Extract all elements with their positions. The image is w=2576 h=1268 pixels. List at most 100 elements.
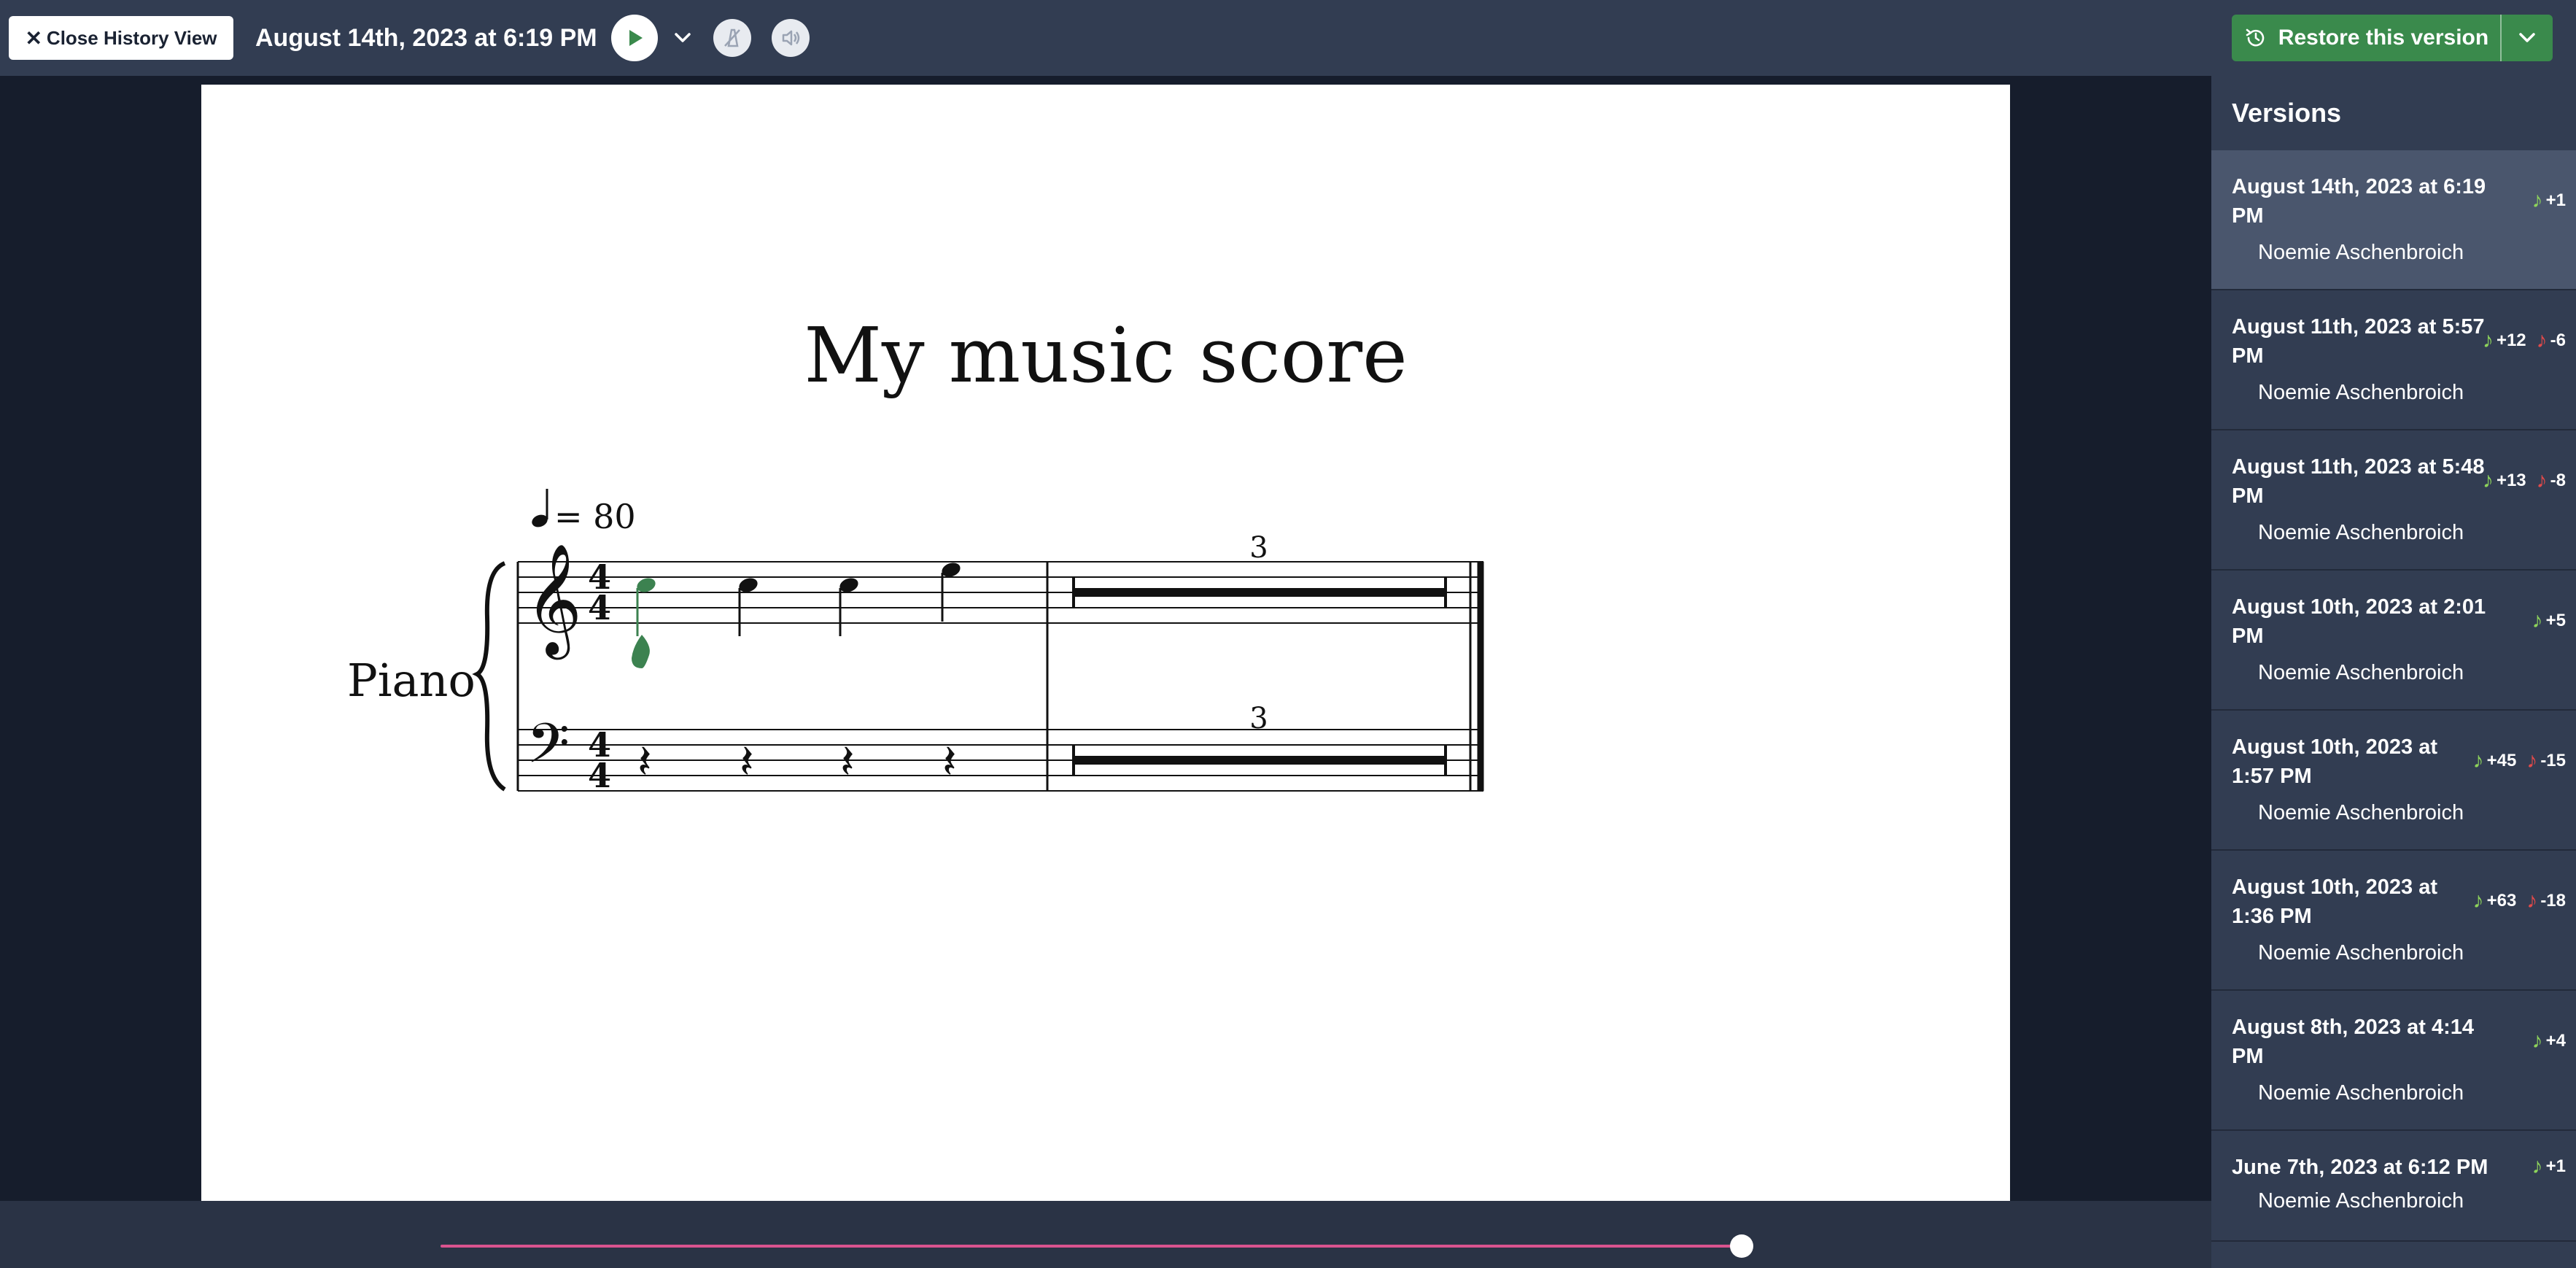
- tempo-marking: = 80: [532, 489, 636, 536]
- removed-notes-badge: ♪ -18: [2526, 889, 2566, 913]
- metronome-toggle-button[interactable]: [713, 19, 751, 57]
- music-note-icon: ♪: [2482, 328, 2494, 352]
- sound-toggle-button[interactable]: [772, 19, 810, 57]
- bass-multimeasure-rest: 3: [1072, 702, 1447, 776]
- music-note-icon: ♪: [2532, 188, 2543, 212]
- versions-sidebar: Versions August 14th, 2023 at 6:19 PM No…: [2211, 76, 2576, 1268]
- restore-version-label: Restore this version: [2278, 26, 2489, 50]
- version-item[interactable]: August 10th, 2023 at 2:01 PM Noemie Asch…: [2211, 571, 2576, 711]
- speaker-icon: [782, 30, 800, 46]
- version-date: June 7th, 2023 at 6:12 PM: [2232, 1156, 2488, 1179]
- chevron-down-icon: [2519, 33, 2535, 42]
- treble-time-signature: 4 4: [588, 557, 611, 627]
- added-notes-badge: ♪ +5: [2532, 608, 2566, 633]
- play-button[interactable]: [611, 15, 658, 61]
- version-changes: ♪ +5: [2532, 610, 2566, 632]
- restore-version-button-group: Restore this version: [2232, 15, 2553, 61]
- music-note-icon: ♪: [2532, 1154, 2543, 1178]
- removed-notes-badge: ♪ -6: [2536, 328, 2566, 352]
- version-title: August 14th, 2023 at 6:19 PM: [255, 24, 597, 52]
- timeline-bar: [0, 1201, 2211, 1268]
- close-icon: ✕: [25, 26, 42, 50]
- svg-text:4: 4: [588, 756, 611, 795]
- version-date: August 11th, 2023 at 5:48 PM: [2232, 455, 2485, 508]
- restore-options-dropdown[interactable]: [2500, 15, 2553, 61]
- instrument-name: Piano: [347, 654, 476, 707]
- music-note-icon: ♪: [2532, 1029, 2543, 1053]
- music-note-icon: ♪: [2482, 468, 2494, 492]
- playback-options-dropdown[interactable]: [668, 22, 697, 54]
- removed-notes-badge: ♪ -8: [2536, 468, 2566, 492]
- version-changes: ♪ +63 ♪ -18: [2473, 890, 2566, 912]
- version-changes: ♪ +45 ♪ -15: [2473, 750, 2566, 772]
- version-item[interactable]: August 11th, 2023 at 5:48 PM Noemie Asch…: [2211, 430, 2576, 571]
- version-date: August 10th, 2023 at 1:36 PM: [2232, 875, 2438, 928]
- added-notes-badge: ♪ +1: [2532, 188, 2566, 212]
- version-author: Noemie Aschenbroich: [2258, 241, 2464, 264]
- close-history-view-label: Close History View: [46, 26, 217, 49]
- added-notes-badge: ♪ +1: [2532, 1154, 2566, 1178]
- versions-title: Versions: [2232, 98, 2342, 128]
- svg-text:𝄽: 𝄽: [740, 735, 754, 789]
- version-date: August 14th, 2023 at 6:19 PM: [2232, 175, 2486, 228]
- version-author: Noemie Aschenbroich: [2258, 521, 2464, 544]
- svg-text:𝄽: 𝄽: [637, 735, 652, 789]
- version-date: August 10th, 2023 at 2:01 PM: [2232, 595, 2486, 648]
- music-note-icon: ♪: [2532, 608, 2543, 633]
- chevron-down-icon: [675, 33, 691, 42]
- music-note-icon: ♪: [2536, 468, 2548, 492]
- version-timeline-slider-thumb[interactable]: [1730, 1234, 1753, 1258]
- music-note-icon: ♪: [2526, 749, 2538, 773]
- treble-rest-count: 3: [1249, 531, 1268, 565]
- music-note-icon: ♪: [2472, 889, 2484, 913]
- treble-multimeasure-rest: 3: [1072, 531, 1447, 608]
- music-note-icon: ♪: [2472, 749, 2484, 773]
- added-notes-badge: ♪ +45: [2472, 749, 2517, 773]
- version-changes: ♪ +13 ♪ -8: [2483, 470, 2566, 492]
- tempo-text: = 80: [554, 497, 636, 536]
- added-notes-badge: ♪ +4: [2532, 1029, 2566, 1053]
- version-changes: ♪ +1: [2532, 1156, 2566, 1178]
- added-notes-badge: ♪ +13: [2482, 468, 2526, 492]
- version-item[interactable]: August 11th, 2023 at 5:57 PM Noemie Asch…: [2211, 290, 2576, 430]
- version-author: Noemie Aschenbroich: [2258, 381, 2464, 404]
- bass-measure-1-rests: 𝄽 𝄽 𝄽 𝄽: [637, 735, 957, 789]
- bass-clef: 𝄢: [527, 711, 570, 789]
- version-author: Noemie Aschenbroich: [2258, 941, 2464, 964]
- metronome-off-icon: [724, 28, 740, 47]
- version-item[interactable]: June 7th, 2023 at 6:12 PM Noemie Aschenb…: [2211, 1131, 2576, 1242]
- staff-brace: [472, 561, 506, 792]
- score-notation: = 80 Piano 𝄞 𝄢 4 4 4 4 𝄽 𝄽 𝄽 𝄽 3 3: [347, 489, 1484, 795]
- music-note-icon: ♪: [2536, 328, 2548, 352]
- svg-text:𝄽: 𝄽: [942, 735, 957, 789]
- history-icon: [2246, 28, 2265, 47]
- score-stage: My music score = 80 Piano 𝄞 𝄢 4 4 4 4 𝄽 …: [0, 76, 2211, 1202]
- version-changes: ♪ +1: [2532, 190, 2566, 212]
- version-item[interactable]: August 10th, 2023 at 1:57 PM Noemie Asch…: [2211, 711, 2576, 851]
- version-author: Noemie Aschenbroich: [2258, 661, 2464, 684]
- version-item[interactable]: August 10th, 2023 at 1:36 PM Noemie Asch…: [2211, 851, 2576, 991]
- close-history-view-button[interactable]: ✕ Close History View: [9, 16, 233, 60]
- version-item-selected[interactable]: August 14th, 2023 at 6:19 PM Noemie Asch…: [2211, 150, 2576, 290]
- svg-text:𝄽: 𝄽: [840, 735, 855, 789]
- selection-drop-handle[interactable]: [632, 635, 650, 668]
- restore-version-button[interactable]: Restore this version: [2232, 15, 2500, 61]
- version-date: August 10th, 2023 at 1:57 PM: [2232, 735, 2438, 788]
- version-item[interactable]: August 8th, 2023 at 4:14 PM Noemie Asche…: [2211, 991, 2576, 1131]
- version-author: Noemie Aschenbroich: [2258, 1081, 2464, 1105]
- version-author: Noemie Aschenbroich: [2258, 801, 2464, 824]
- svg-text:4: 4: [588, 588, 611, 627]
- version-date: August 8th, 2023 at 4:14 PM: [2232, 1016, 2474, 1068]
- version-date: August 11th, 2023 at 5:57 PM: [2232, 315, 2485, 368]
- version-changes: ♪ +4: [2532, 1030, 2566, 1052]
- music-note-icon: ♪: [2526, 889, 2538, 913]
- bass-time-signature: 4 4: [588, 725, 611, 795]
- version-changes: ♪ +12 ♪ -6: [2483, 330, 2566, 352]
- top-toolbar: ✕ Close History View August 14th, 2023 a…: [0, 0, 2576, 76]
- play-icon: [629, 30, 643, 46]
- removed-notes-badge: ♪ -15: [2526, 749, 2566, 773]
- score-page: My music score = 80 Piano 𝄞 𝄢 4 4 4 4 𝄽 …: [201, 85, 2010, 1202]
- added-notes-badge: ♪ +12: [2482, 328, 2526, 352]
- added-notes-badge: ♪ +63: [2472, 889, 2517, 913]
- version-timeline-slider-track[interactable]: [441, 1245, 1743, 1248]
